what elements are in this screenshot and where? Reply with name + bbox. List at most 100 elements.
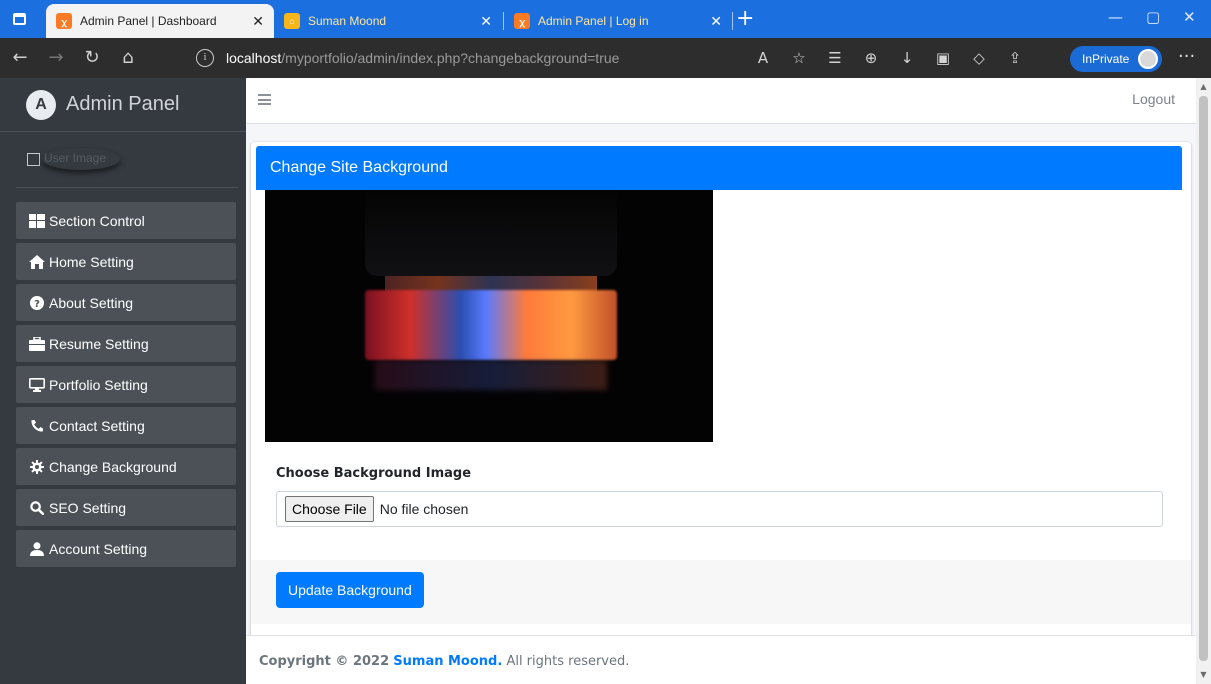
back-icon[interactable]: ← bbox=[8, 46, 32, 70]
sidebar-item-change-background[interactable]: Change Background bbox=[16, 448, 236, 485]
sidebar-item-section-control[interactable]: Section Control bbox=[16, 202, 236, 239]
downloads-icon[interactable]: ↓ bbox=[896, 47, 918, 69]
refresh-icon[interactable]: ↻ bbox=[80, 46, 104, 70]
close-icon[interactable]: ✕ bbox=[480, 13, 492, 30]
new-tab-button[interactable]: + bbox=[736, 6, 754, 31]
sidebar-menu: Section Control Home Setting ? About Set… bbox=[16, 202, 236, 571]
site-info-icon[interactable]: i bbox=[196, 49, 214, 67]
tab-separator bbox=[732, 12, 733, 30]
sidebar-item-about-setting[interactable]: ? About Setting bbox=[16, 284, 236, 321]
main-content: Logout Change Site Background Choose Bac… bbox=[246, 78, 1196, 684]
laptop-reflection bbox=[375, 360, 607, 390]
collections-icon[interactable]: ⊕ bbox=[860, 47, 882, 69]
url-host: localhost bbox=[226, 50, 282, 66]
change-background-card: Change Site Background Choose Background… bbox=[251, 142, 1191, 684]
desktop-icon bbox=[29, 377, 45, 392]
scroll-thumb[interactable] bbox=[1199, 96, 1208, 661]
user-icon bbox=[29, 541, 45, 556]
tab-title: Admin Panel | Log in bbox=[538, 14, 649, 28]
sidebar: A Admin Panel User Image Section Control… bbox=[0, 78, 246, 684]
close-window-icon[interactable]: ✕ bbox=[1183, 8, 1196, 26]
logout-link[interactable]: Logout bbox=[1132, 91, 1175, 107]
brand-logo-icon: A bbox=[26, 89, 56, 120]
copyright-prefix: Copyright © 2022 bbox=[259, 654, 390, 669]
home-icon[interactable]: ⌂ bbox=[116, 46, 140, 70]
extensions-icon[interactable]: ◇ bbox=[968, 47, 990, 69]
choose-file-button[interactable]: Choose File bbox=[285, 496, 374, 522]
search-icon bbox=[29, 500, 45, 515]
sidebar-item-label: Section Control bbox=[49, 212, 145, 229]
window-menu-icon[interactable] bbox=[10, 10, 28, 28]
update-background-button[interactable]: Update Background bbox=[276, 572, 424, 608]
xampp-icon: ꭓ bbox=[56, 13, 72, 29]
no-file-text: No file chosen bbox=[379, 501, 469, 517]
sidebar-item-contact-setting[interactable]: Contact Setting bbox=[16, 407, 236, 444]
background-file-input[interactable]: Choose File No file chosen bbox=[276, 491, 1163, 527]
minimize-icon[interactable]: — bbox=[1108, 8, 1123, 26]
maximize-icon[interactable]: ▢ bbox=[1146, 8, 1160, 26]
hamburger-menu-icon[interactable] bbox=[258, 94, 271, 105]
scroll-down-icon[interactable]: ▼ bbox=[1199, 670, 1208, 679]
background-image-label: Choose Background Image bbox=[276, 466, 472, 481]
user-panel: User Image bbox=[16, 132, 238, 188]
house-icon: ⌂ bbox=[284, 13, 300, 29]
favorites-icon[interactable]: ☰ bbox=[824, 47, 846, 69]
read-aloud-icon[interactable]: A bbox=[752, 47, 774, 69]
briefcase-icon bbox=[29, 336, 45, 351]
sidebar-item-account-setting[interactable]: Account Setting bbox=[16, 530, 236, 567]
laptop-lid bbox=[365, 190, 617, 276]
inprivate-badge[interactable]: InPrivate bbox=[1070, 46, 1162, 72]
close-icon[interactable]: ✕ bbox=[252, 13, 264, 30]
forward-icon[interactable]: → bbox=[44, 46, 68, 70]
tab-suman-moond[interactable]: ⌂ Suman Moond ✕ bbox=[274, 4, 502, 38]
background-preview-image bbox=[265, 190, 713, 442]
close-icon[interactable]: ✕ bbox=[710, 13, 722, 30]
sidebar-item-label: Home Setting bbox=[49, 253, 134, 270]
sidebar-item-label: Change Background bbox=[49, 458, 177, 475]
copyright-text: Copyright © 2022 Suman Moond. All rights… bbox=[259, 654, 629, 669]
svg-text:?: ? bbox=[34, 299, 40, 310]
sidebar-item-label: Account Setting bbox=[49, 540, 148, 557]
tab-title: Admin Panel | Dashboard bbox=[80, 14, 217, 28]
url-path: /myportfolio/admin/index.php?changebackg… bbox=[281, 50, 620, 66]
sidebar-item-label: About Setting bbox=[49, 294, 134, 311]
browser-tab-bar: ꭓ Admin Panel | Dashboard ✕ ⌂ Suman Moon… bbox=[0, 0, 1211, 38]
rights-text: All rights reserved. bbox=[506, 654, 630, 669]
gear-icon bbox=[29, 459, 45, 474]
broken-image-icon bbox=[27, 152, 40, 166]
sidebar-item-portfolio-setting[interactable]: Portfolio Setting bbox=[16, 366, 236, 403]
home-icon bbox=[29, 254, 45, 269]
sidebar-item-label: Resume Setting bbox=[49, 335, 149, 352]
user-image-alt: User Image bbox=[42, 148, 120, 170]
sidebar-item-label: Portfolio Setting bbox=[49, 376, 148, 393]
more-options-icon[interactable]: ··· bbox=[1178, 46, 1195, 67]
favorite-star-icon[interactable]: ☆ bbox=[788, 47, 810, 69]
profile-avatar bbox=[1138, 49, 1158, 69]
browser-toolbar: ← → ↻ ⌂ i localhost/myportfolio/admin/in… bbox=[0, 38, 1211, 78]
brand-text: Admin Panel bbox=[66, 93, 180, 115]
top-navbar: Logout bbox=[246, 78, 1196, 124]
tab-admin-dashboard[interactable]: ꭓ Admin Panel | Dashboard ✕ bbox=[46, 4, 274, 38]
phone-icon bbox=[29, 419, 45, 433]
share-icon[interactable]: ⇪ bbox=[1004, 47, 1026, 69]
user-image: User Image bbox=[27, 148, 120, 170]
question-circle-icon: ? bbox=[29, 295, 45, 310]
owner-link[interactable]: Suman Moond. bbox=[393, 654, 502, 669]
xampp-icon: ꭓ bbox=[514, 13, 530, 29]
page-footer: Copyright © 2022 Suman Moond. All rights… bbox=[246, 635, 1196, 684]
sidebar-item-label: SEO Setting bbox=[49, 499, 127, 516]
sidebar-item-home-setting[interactable]: Home Setting bbox=[16, 243, 236, 280]
grid-icon bbox=[29, 213, 45, 228]
inprivate-label: InPrivate bbox=[1082, 52, 1130, 66]
tab-admin-login[interactable]: ꭓ Admin Panel | Log in ✕ bbox=[504, 4, 732, 38]
brand-link[interactable]: A Admin Panel bbox=[0, 78, 246, 132]
card-footer: Update Background bbox=[251, 560, 1191, 624]
sidebar-item-resume-setting[interactable]: Resume Setting bbox=[16, 325, 236, 362]
sidebar-item-seo-setting[interactable]: SEO Setting bbox=[16, 489, 236, 526]
laptop-screen-glow bbox=[365, 290, 617, 360]
scroll-up-icon[interactable]: ▲ bbox=[1199, 82, 1208, 91]
page-scrollbar[interactable]: ▲ ▼ bbox=[1196, 78, 1211, 684]
sidebar-item-label: Contact Setting bbox=[49, 417, 145, 434]
tab-title: Suman Moond bbox=[308, 14, 387, 28]
screenshot-icon[interactable]: ▣ bbox=[932, 47, 954, 69]
